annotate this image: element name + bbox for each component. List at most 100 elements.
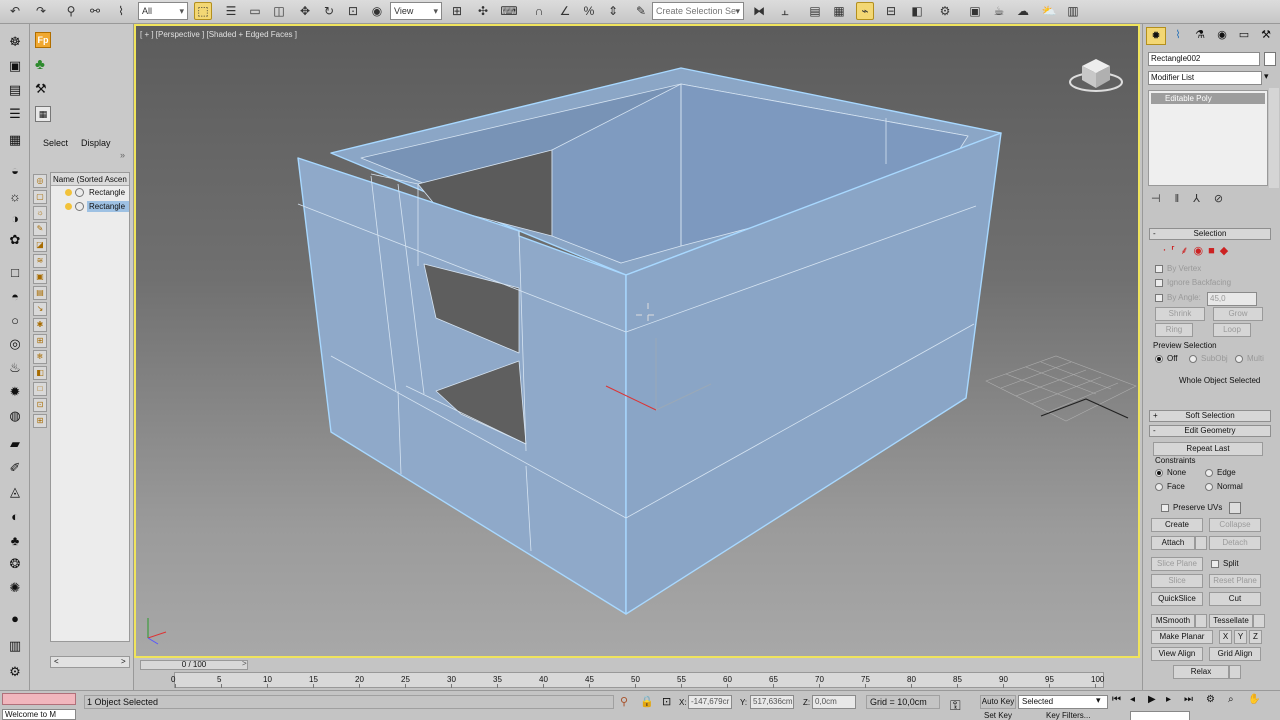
ring-button[interactable]: Ring xyxy=(1155,323,1193,337)
visibility-icon[interactable] xyxy=(75,188,84,197)
planar-x-button[interactable]: X xyxy=(1219,630,1232,644)
redo-icon[interactable]: ↷ xyxy=(32,2,50,20)
display-tab-icon[interactable]: ▭ xyxy=(1234,27,1254,45)
quickslice-button[interactable]: QuickSlice xyxy=(1151,592,1203,606)
filter-invert-icon[interactable]: ⊞ xyxy=(33,414,47,428)
slice-plane-button[interactable]: Slice Plane xyxy=(1151,557,1203,571)
next-frame-icon[interactable]: ▸ xyxy=(1166,694,1182,708)
dropdown-arrow-icon[interactable]: ▾ xyxy=(1096,695,1101,706)
dropdown-arrow-icon[interactable]: ▾ xyxy=(1264,71,1269,82)
filter-container-icon[interactable]: ⊞ xyxy=(33,334,47,348)
utilities-tab-icon[interactable]: ⚒ xyxy=(1256,27,1276,45)
rollout-soft-selection-header[interactable]: + Soft Selection xyxy=(1149,410,1271,422)
pan-icon[interactable]: ✋ xyxy=(1248,694,1264,708)
globe-icon[interactable]: ◐ xyxy=(5,506,25,526)
link-icon[interactable]: ⚲ xyxy=(62,2,80,20)
constraint-edge-radio[interactable] xyxy=(1205,469,1213,477)
align-icon[interactable]: ⫠ xyxy=(776,2,794,20)
loop-button[interactable]: Loop xyxy=(1213,323,1251,337)
view-align-button[interactable]: View Align xyxy=(1151,647,1203,661)
trackbar[interactable]: 0 5 10 15 20 25 30 35 40 45 50 55 60 65 70 75 80 85 90 95 10… xyxy=(171,672,1104,688)
perspective-viewport[interactable]: [ + ] [Perspective ] [Shaded + Edged Fac… xyxy=(134,24,1140,658)
by-vertex-checkbox[interactable] xyxy=(1155,265,1163,273)
helper-icon[interactable]: ✿ xyxy=(5,230,25,250)
list-icon[interactable]: ☰ xyxy=(5,104,25,124)
preserve-uvs-checkbox[interactable] xyxy=(1161,504,1169,512)
zoom-icon[interactable]: ⌕ xyxy=(1228,694,1244,708)
play-icon[interactable]: ▶ xyxy=(1148,694,1164,708)
lock-icon[interactable]: 🔒 xyxy=(640,695,654,708)
modify-tab-icon[interactable]: ⌇ xyxy=(1168,27,1188,45)
expand-arrow-icon[interactable]: » xyxy=(120,150,125,160)
table-icon[interactable]: ▦ xyxy=(35,106,51,122)
filter-helper-icon[interactable]: ◪ xyxy=(33,238,47,252)
object-name-field[interactable]: Rectangle002 xyxy=(1148,52,1260,66)
viewport-layout-icon[interactable]: ▣ xyxy=(5,56,25,76)
explorer-hscrollbar[interactable]: < > xyxy=(50,656,130,668)
scroll-right-button[interactable]: > xyxy=(121,657,126,666)
subobject-level-icons[interactable]: ⸱⸢⸙◉■◆ xyxy=(1163,244,1267,258)
pivot-center-icon[interactable]: ⊞ xyxy=(448,2,466,20)
teapot-icon[interactable]: ♨ xyxy=(5,358,25,378)
collapse-button[interactable]: Collapse xyxy=(1209,518,1261,532)
sphere-icon[interactable]: ○ xyxy=(5,310,25,330)
time-config-icon[interactable]: ⚙ xyxy=(1206,694,1222,708)
camera-icon[interactable]: ◑ xyxy=(5,208,25,228)
filter-particle-icon[interactable]: ✱ xyxy=(33,318,47,332)
filter-bone-icon[interactable]: ↘ xyxy=(33,302,47,316)
x-coordinate-field[interactable]: -147,679cr xyxy=(688,695,732,709)
torus-icon[interactable]: ◎ xyxy=(5,334,25,354)
previous-frame-icon[interactable]: ◂ xyxy=(1130,694,1146,708)
render-iterative-icon[interactable]: ☁ xyxy=(1014,2,1032,20)
tessellate-settings-icon[interactable] xyxy=(1253,614,1265,628)
rectangular-region-icon[interactable]: ▭ xyxy=(246,2,264,20)
calculator-icon[interactable]: ▤ xyxy=(5,80,25,100)
maxscript-listener[interactable] xyxy=(2,693,76,705)
paint-icon[interactable]: ✐ xyxy=(5,458,25,478)
relax-settings-icon[interactable] xyxy=(1229,665,1241,679)
attach-button[interactable]: Attach xyxy=(1151,536,1195,550)
object-color-swatch[interactable] xyxy=(1264,52,1276,66)
set-key-button[interactable]: Set Key xyxy=(980,711,1016,720)
tree-column-header[interactable]: Name (Sorted Ascen xyxy=(51,173,129,186)
preview-off-radio[interactable] xyxy=(1155,355,1163,363)
snaps-toggle-icon[interactable]: ∩ xyxy=(530,2,548,20)
undo-icon[interactable]: ↶ xyxy=(6,2,24,20)
tessellate-button[interactable]: Tessellate xyxy=(1209,614,1253,628)
schematic-view-icon[interactable]: ⊟ xyxy=(882,2,900,20)
filter-xref-icon[interactable]: ▤ xyxy=(33,286,47,300)
z-coordinate-field[interactable]: 0,0cm xyxy=(812,695,856,709)
render-frame-icon[interactable]: ▣ xyxy=(966,2,984,20)
window-crossing-icon[interactable]: ◫ xyxy=(270,2,288,20)
rotate-icon[interactable]: ↻ xyxy=(320,2,338,20)
render-icon[interactable]: ✺ xyxy=(5,578,25,598)
layer-manager-icon[interactable]: ▤ xyxy=(806,2,824,20)
material-editor-icon[interactable]: ◧ xyxy=(908,2,926,20)
detach-button[interactable]: Detach xyxy=(1209,536,1261,550)
mirror-icon[interactable]: ⧓ xyxy=(750,2,768,20)
layers-icon[interactable]: ▥ xyxy=(5,636,25,656)
unlink-icon[interactable]: ⚯ xyxy=(86,2,104,20)
filter-geometry-icon[interactable]: ◎ xyxy=(33,174,47,188)
edit-named-selection-icon[interactable]: ✎ xyxy=(632,2,650,20)
settings-icon[interactable]: ⚙ xyxy=(5,662,25,682)
select-object-icon[interactable]: ⬚ xyxy=(194,2,212,20)
preview-multi-radio[interactable] xyxy=(1235,355,1243,363)
geosphere-icon[interactable]: ◍ xyxy=(5,406,25,426)
angle-spinner[interactable]: 45,0 xyxy=(1207,292,1257,306)
filter-light-icon[interactable]: ☼ xyxy=(33,206,47,220)
file-plus-icon[interactable]: Fp xyxy=(35,32,51,48)
select-manipulate-icon[interactable]: ✣ xyxy=(474,2,492,20)
set-key-mode-icon[interactable]: ⚿ xyxy=(950,697,961,714)
sun-icon[interactable]: ✹ xyxy=(5,382,25,402)
render-production-icon[interactable]: ☕ xyxy=(990,2,1008,20)
filter-shape-icon[interactable]: ▢ xyxy=(33,190,47,204)
selection-lock-icon[interactable]: ⚲ xyxy=(620,695,628,708)
book-icon[interactable]: ▰ xyxy=(5,434,25,454)
grid-table-icon[interactable]: ▦ xyxy=(5,130,25,150)
filter-hidden-icon[interactable]: ◧ xyxy=(33,366,47,380)
cone-icon[interactable]: ◓ xyxy=(5,286,25,306)
key-filters-button[interactable]: Key Filters... xyxy=(1046,711,1106,720)
scene-explorer-icon[interactable]: ☸ xyxy=(5,32,25,52)
key-mode-dropdown[interactable]: Selected xyxy=(1018,695,1108,709)
